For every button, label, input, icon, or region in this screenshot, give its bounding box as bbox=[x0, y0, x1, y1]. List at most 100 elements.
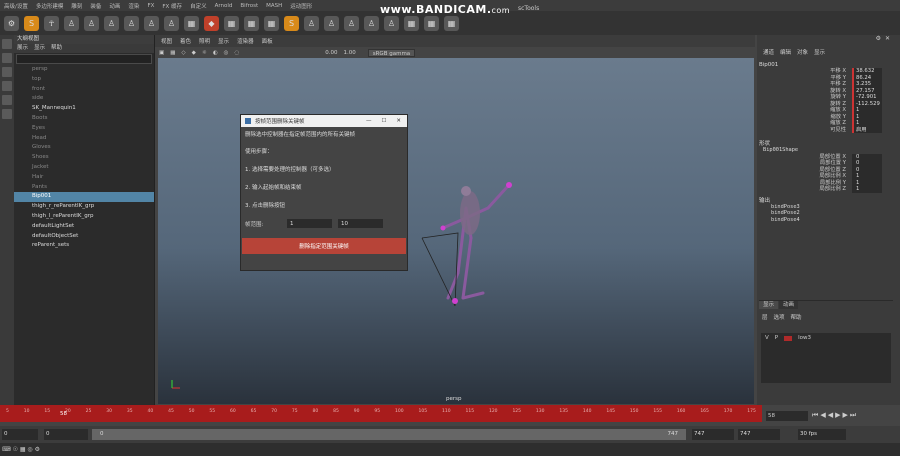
outliner-item[interactable]: Bip001 bbox=[14, 192, 154, 203]
menu-item[interactable]: FX 缓存 bbox=[162, 2, 182, 10]
grid-icon[interactable]: ▦ bbox=[244, 15, 259, 31]
layer-row[interactable]: V P low3 bbox=[761, 335, 891, 341]
outliner-item[interactable]: Jacket bbox=[14, 163, 154, 173]
menu-item[interactable]: MASH bbox=[266, 3, 282, 9]
menu-item[interactable]: FX bbox=[147, 3, 154, 9]
figure-icon[interactable]: ♙ bbox=[364, 15, 379, 31]
settings-icon[interactable]: ⚙ bbox=[876, 35, 881, 43]
fps-dropdown[interactable]: 30 fps bbox=[798, 429, 846, 440]
menu-item[interactable]: 雕刻 bbox=[71, 2, 82, 10]
viewport-menu-item[interactable]: 面板 bbox=[262, 37, 273, 45]
outliner-item[interactable]: top bbox=[14, 75, 154, 85]
go-to-end-icon[interactable]: ⏭ bbox=[850, 411, 858, 419]
layer-menu-item[interactable]: 帮助 bbox=[791, 313, 802, 321]
wireframe-icon[interactable]: ◇ bbox=[181, 50, 185, 56]
outliner-item[interactable]: side bbox=[14, 94, 154, 104]
outliner-item[interactable]: Boots bbox=[14, 114, 154, 124]
figure-icon[interactable]: ♙ bbox=[104, 15, 119, 31]
isolate-icon[interactable]: ◎ bbox=[224, 50, 229, 56]
figure-icon[interactable]: ♙ bbox=[304, 15, 319, 31]
xray-icon[interactable]: ◌ bbox=[234, 50, 239, 56]
outliner-menu-item[interactable]: 帮助 bbox=[51, 44, 62, 53]
attribute-value[interactable]: 启用 bbox=[852, 126, 882, 133]
shelf-tab-label[interactable]: scTools bbox=[518, 5, 539, 12]
layer-menu-item[interactable]: 层 bbox=[762, 313, 768, 321]
maximize-icon[interactable]: ☐ bbox=[381, 118, 386, 124]
range-slider[interactable]: 0 747 bbox=[92, 429, 686, 440]
outliner-item[interactable]: front bbox=[14, 85, 154, 95]
attribute-row[interactable]: 局部比例 Z 1 bbox=[757, 186, 900, 193]
outliner-menu-item[interactable]: 展示 bbox=[17, 44, 28, 53]
figure-icon[interactable]: ♙ bbox=[384, 15, 399, 31]
outliner-item[interactable]: defaultLightSet bbox=[14, 222, 154, 232]
figure-icon[interactable]: ♙ bbox=[144, 15, 159, 31]
outliner-item[interactable]: Pants bbox=[14, 183, 154, 193]
grid-icon[interactable]: ▦ bbox=[184, 15, 199, 31]
scale-tool-icon[interactable] bbox=[2, 109, 12, 119]
skeleton-icon[interactable]: ☥ bbox=[44, 15, 59, 31]
end-frame-input[interactable] bbox=[338, 219, 383, 228]
gear-icon[interactable]: ⚙ bbox=[4, 15, 19, 31]
menu-item[interactable]: 渲染 bbox=[128, 2, 139, 10]
outliner-item[interactable]: Shoes bbox=[14, 153, 154, 163]
outliner-item[interactable]: SK_Mannequin1 bbox=[14, 104, 154, 114]
tab-animation[interactable]: 动画 bbox=[779, 301, 799, 309]
grid-icon[interactable]: ▦ bbox=[264, 15, 279, 31]
channelbox-menu-item[interactable]: 通道 bbox=[763, 48, 774, 56]
figure-icon[interactable]: ♙ bbox=[164, 15, 179, 31]
grid-icon[interactable]: ▦ bbox=[444, 15, 459, 31]
viewport-menu-item[interactable]: 视图 bbox=[161, 37, 172, 45]
layer-color-swatch[interactable] bbox=[784, 335, 793, 341]
grid-icon[interactable]: ▦ bbox=[224, 15, 239, 31]
light-icon[interactable]: ☼ bbox=[202, 50, 207, 56]
close-icon[interactable]: ✕ bbox=[396, 118, 401, 124]
channelbox-menu-item[interactable]: 对象 bbox=[797, 48, 808, 56]
grid-icon[interactable]: ▦ bbox=[170, 50, 175, 56]
figure-icon[interactable]: ♙ bbox=[324, 15, 339, 31]
grid-icon[interactable]: ▦ bbox=[404, 15, 419, 31]
channelbox-menu-item[interactable]: 编辑 bbox=[780, 48, 791, 56]
close-icon[interactable]: ✕ bbox=[885, 35, 890, 43]
select-tool-icon[interactable] bbox=[2, 39, 12, 49]
playback-toggle[interactable]: P bbox=[775, 335, 778, 341]
exposure-value[interactable]: 1.00 bbox=[344, 50, 356, 56]
shaded-icon[interactable]: ◆ bbox=[192, 50, 196, 56]
figure-icon[interactable]: ♙ bbox=[344, 15, 359, 31]
figure-icon[interactable]: ♙ bbox=[64, 15, 79, 31]
outliner-menu-item[interactable]: 显示 bbox=[34, 44, 45, 53]
visibility-toggle[interactable]: V bbox=[765, 335, 769, 341]
playback-start-field[interactable]: 0 bbox=[44, 429, 88, 440]
outliner-item[interactable]: persp bbox=[14, 65, 154, 75]
menu-item[interactable]: 自定义 bbox=[190, 2, 207, 10]
attribute-value[interactable]: 1 bbox=[852, 186, 882, 193]
play-back-icon[interactable]: ◀ bbox=[828, 411, 835, 419]
outliner-search-input[interactable] bbox=[16, 54, 152, 64]
layer-menu-item[interactable]: 选项 bbox=[774, 313, 785, 321]
outliner-item[interactable]: defaultObjectSet bbox=[14, 232, 154, 242]
tab-display[interactable]: 显示 bbox=[759, 301, 779, 309]
menu-item[interactable]: 运动图形 bbox=[290, 2, 312, 10]
coin-icon[interactable]: S bbox=[24, 15, 39, 31]
start-time-field[interactable]: 0 bbox=[2, 429, 38, 440]
menu-item[interactable]: 多边形建模 bbox=[36, 2, 64, 10]
minimize-icon[interactable]: — bbox=[366, 118, 372, 124]
current-frame-field[interactable]: 58 bbox=[766, 411, 808, 421]
menu-item[interactable]: 装备 bbox=[90, 2, 101, 10]
shadow-icon[interactable]: ◐ bbox=[213, 50, 218, 56]
outliner-item[interactable]: Head bbox=[14, 134, 154, 144]
viewport-menu-item[interactable]: 着色 bbox=[180, 37, 191, 45]
coin-icon[interactable]: S bbox=[284, 15, 299, 31]
start-frame-input[interactable] bbox=[287, 219, 332, 228]
step-forward-icon[interactable]: ▶ bbox=[842, 411, 849, 419]
shield-icon[interactable]: ◆ bbox=[204, 15, 219, 31]
step-back-icon[interactable]: ◀ bbox=[820, 411, 827, 419]
move-tool-icon[interactable] bbox=[2, 81, 12, 91]
menu-item[interactable]: 动画 bbox=[109, 2, 120, 10]
output-node[interactable]: bindPose4 bbox=[757, 217, 900, 224]
camera-icon[interactable]: ▣ bbox=[159, 50, 164, 56]
outliner-item[interactable]: Gloves bbox=[14, 143, 154, 153]
viewport-menu-item[interactable]: 照明 bbox=[199, 37, 210, 45]
menu-item[interactable]: Arnold bbox=[215, 3, 233, 9]
playback-end-field[interactable]: 747 bbox=[692, 429, 734, 440]
color-space-dropdown[interactable]: sRGB gamma bbox=[367, 48, 416, 57]
